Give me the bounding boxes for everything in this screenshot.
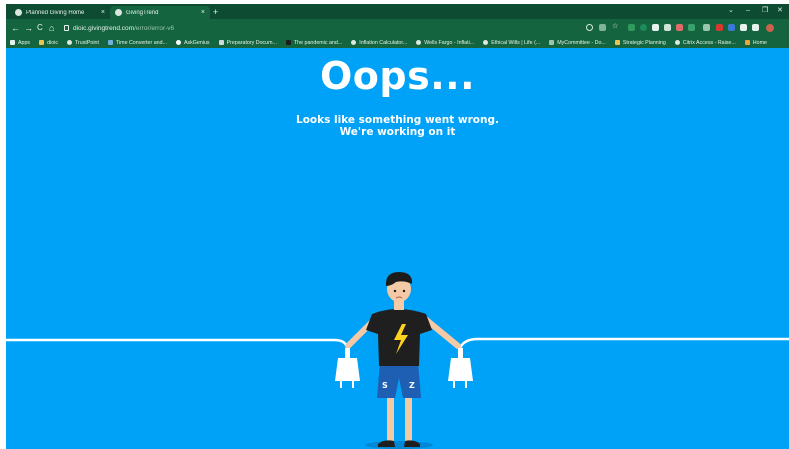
- tab-strip: Planned Giving Home × GivingTrend × + ⌄ …: [6, 4, 789, 19]
- tab-planned-giving-home[interactable]: Planned Giving Home ×: [10, 6, 110, 19]
- close-window-button[interactable]: ✕: [777, 6, 783, 16]
- right-cable: [458, 337, 789, 349]
- right-plug: [448, 348, 473, 388]
- bookmarks-bar: Apps dioic TrustPoint Time Converter and…: [6, 37, 789, 48]
- bookmark-item[interactable]: Inflation Calculator...: [351, 40, 407, 46]
- bookmark-item[interactable]: TrustPoint: [66, 40, 99, 46]
- extension-icon[interactable]: [703, 24, 710, 31]
- globe-icon: [66, 40, 72, 45]
- right-eye: [402, 289, 406, 293]
- committee-icon: [549, 40, 555, 45]
- bookmark-item[interactable]: Time Converter and...: [107, 40, 167, 46]
- new-tab-button[interactable]: +: [213, 6, 218, 18]
- minimize-button[interactable]: –: [746, 6, 750, 16]
- document-icon: [218, 40, 224, 45]
- citrix-icon: [674, 40, 680, 45]
- askgenius-icon: [175, 40, 181, 45]
- address-bar[interactable]: dioic.givingtrend.com /error/error-v6: [64, 22, 594, 34]
- url-host: dioic.givingtrend.com: [73, 24, 135, 32]
- extension-icon[interactable]: [664, 24, 671, 31]
- bookmark-item[interactable]: dioic: [39, 40, 58, 46]
- clock-icon: [107, 40, 113, 45]
- browser-window: Planned Giving Home × GivingTrend × + ⌄ …: [6, 4, 789, 449]
- back-button[interactable]: ←: [11, 22, 20, 34]
- share-icon[interactable]: [599, 24, 606, 31]
- right-arm: [421, 315, 461, 349]
- bookmark-item[interactable]: The pandemic and...: [285, 40, 342, 46]
- star-icon[interactable]: ☆: [612, 23, 619, 30]
- search-icon[interactable]: [586, 24, 593, 31]
- tab-label: Planned Giving Home: [26, 9, 85, 16]
- bookmark-item[interactable]: Apps: [10, 40, 30, 46]
- apps-grid-icon: [10, 40, 15, 45]
- left-cable: [6, 338, 349, 349]
- leaf-icon[interactable]: [628, 24, 635, 31]
- shorts: [377, 362, 421, 398]
- bookmark-item[interactable]: Home: [744, 40, 767, 46]
- news-icon: [285, 40, 291, 45]
- wordpress-icon: [351, 40, 357, 45]
- unplugged-cable-illustration: S Z: [6, 272, 789, 449]
- url-path: /error/error-v6: [134, 24, 175, 32]
- forward-button[interactable]: →: [24, 22, 33, 34]
- tab-search-dropdown-icon[interactable]: ⌄: [728, 6, 734, 16]
- home-button[interactable]: ⌂: [49, 22, 54, 34]
- error-page: Oops... Looks like something went wrong.…: [6, 48, 789, 449]
- home-bookmark-icon: [744, 40, 750, 45]
- bookmark-item[interactable]: Preparatory Docum...: [218, 40, 277, 46]
- address-toolbar: ← → C ⌂ dioic.givingtrend.com /error/err…: [6, 19, 789, 37]
- bookmark-item[interactable]: Wells Fargo - Inflati...: [416, 40, 474, 46]
- shorts-letter-right: Z: [409, 381, 415, 390]
- sidebar-icon[interactable]: [752, 24, 759, 31]
- folder-icon: [614, 40, 620, 45]
- bookmark-item[interactable]: Ethical Wills | Life (...: [483, 40, 540, 46]
- globe-icon: [416, 40, 422, 45]
- puzzle-icon[interactable]: [740, 24, 747, 31]
- bookmark-item[interactable]: MyCommittee - Do...: [549, 40, 606, 46]
- tab-givingtrend[interactable]: GivingTrend ×: [110, 6, 210, 19]
- lock-icon[interactable]: [64, 25, 69, 31]
- reload-button[interactable]: C: [37, 22, 43, 34]
- folder-icon: [39, 40, 45, 45]
- grammarly-icon[interactable]: [640, 24, 647, 31]
- bookmark-item[interactable]: Strategic Planning: [614, 40, 666, 46]
- tab-close-icon[interactable]: ×: [101, 9, 105, 16]
- tab-label: GivingTrend: [126, 9, 159, 16]
- extension-icon[interactable]: [652, 24, 659, 31]
- globe-icon: [115, 9, 122, 16]
- shadow: [365, 441, 433, 449]
- tab-close-icon[interactable]: ×: [201, 9, 205, 16]
- left-leg: [387, 396, 394, 444]
- left-plug: [335, 348, 360, 388]
- globe-icon: [15, 9, 22, 16]
- left-eye: [393, 289, 397, 293]
- globe-icon: [483, 40, 489, 45]
- restore-button[interactable]: ❐: [762, 6, 768, 16]
- left-shoe: [378, 440, 395, 447]
- right-shoe: [404, 440, 420, 447]
- bookmark-item[interactable]: Citrix Access - Raise...: [674, 40, 736, 46]
- right-leg: [405, 396, 412, 444]
- extension-icon[interactable]: [728, 24, 735, 31]
- shorts-letter-left: S: [382, 381, 388, 390]
- bookmark-item[interactable]: AskGenius: [175, 40, 210, 46]
- pdf-icon[interactable]: [716, 24, 723, 31]
- avatar[interactable]: [766, 24, 774, 32]
- extension-icon[interactable]: [676, 24, 683, 31]
- extension-icon[interactable]: [688, 24, 695, 31]
